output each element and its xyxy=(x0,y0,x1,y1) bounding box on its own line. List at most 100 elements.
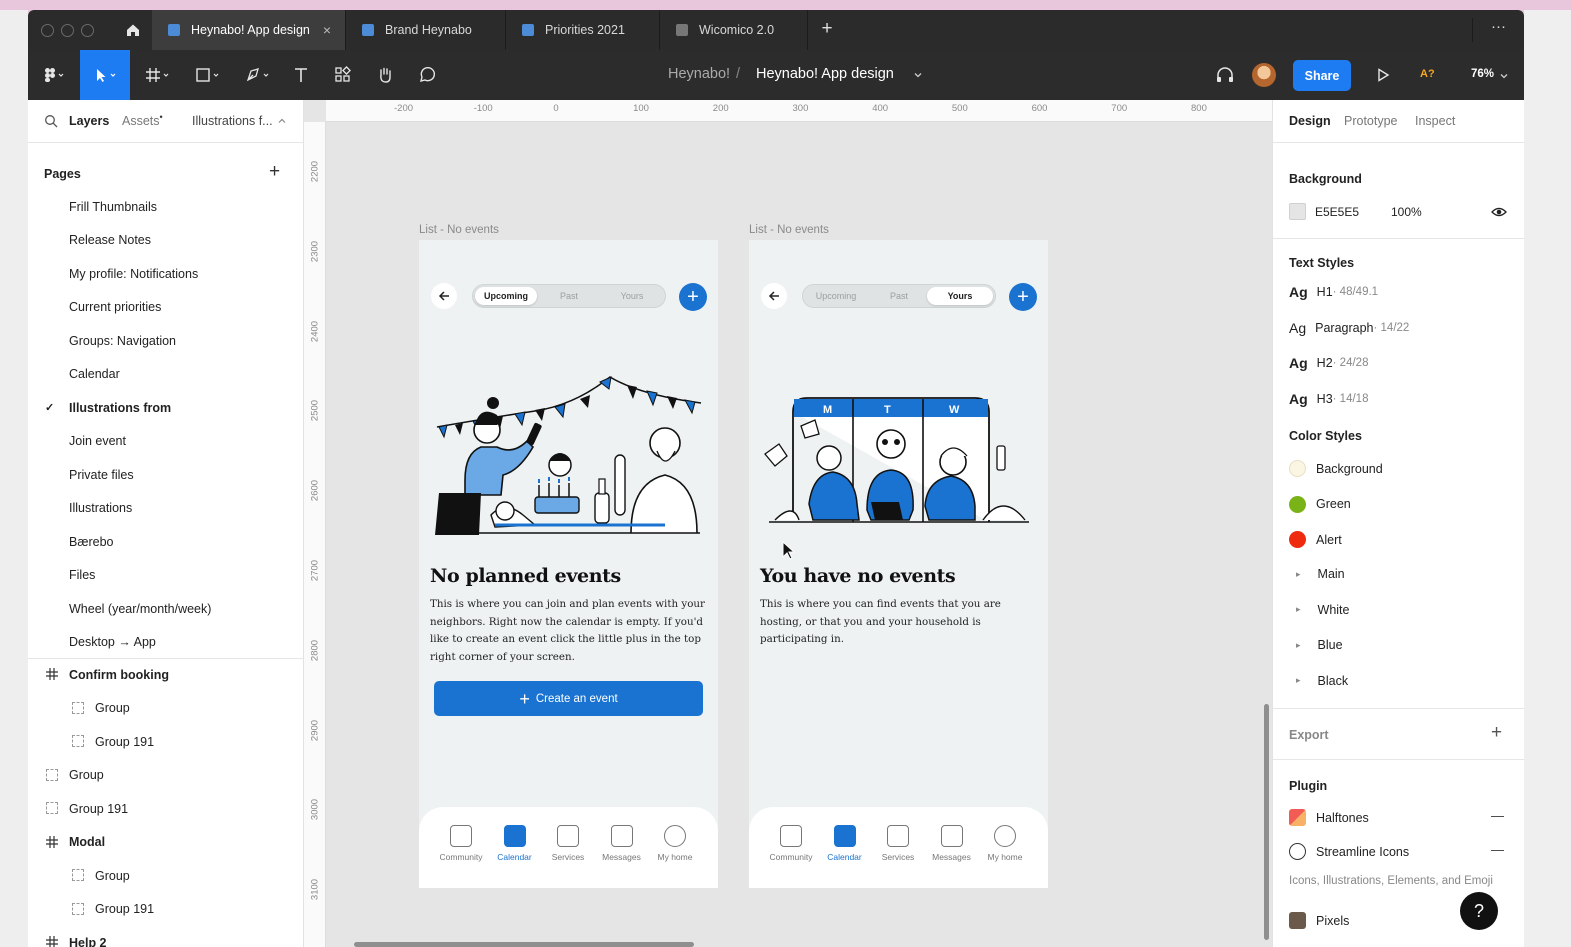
color-group-black[interactable]: ▸ Black xyxy=(1289,674,1348,688)
headphones-icon[interactable] xyxy=(1210,50,1240,100)
frame-list-no-events-1[interactable]: Upcoming Past Yours + No planned events … xyxy=(419,240,718,888)
segment-upcoming[interactable]: Upcoming xyxy=(805,287,867,305)
plugin-streamline[interactable]: Streamline Icons xyxy=(1289,843,1409,860)
page-item[interactable]: Private files xyxy=(28,458,304,491)
canvas[interactable]: -200 -100 0 100 200 300 400 500 600 700 800 2200 23… xyxy=(304,100,1272,947)
frame-label[interactable]: List - No events xyxy=(749,224,829,236)
eye-icon[interactable] xyxy=(1491,205,1507,217)
remove-plugin-button[interactable]: — xyxy=(1491,808,1504,823)
play-icon[interactable] xyxy=(1368,50,1398,100)
page-item[interactable]: Illustrations xyxy=(28,492,304,525)
zoom-level[interactable]: 76% xyxy=(1471,68,1494,80)
tab-priorities-2021[interactable]: Priorities 2021 xyxy=(506,10,660,50)
share-button[interactable]: Share xyxy=(1293,60,1351,91)
segment-past[interactable]: Past xyxy=(869,287,929,305)
text-style-h1[interactable]: Ag H1 · 48/49.1 xyxy=(1289,284,1378,300)
pen-tool-icon[interactable] xyxy=(238,50,278,100)
layer-item[interactable]: Group 191 xyxy=(28,893,304,926)
background-hex[interactable]: E5E5E5 xyxy=(1315,205,1359,219)
current-page-selector[interactable]: Illustrations f... xyxy=(192,114,273,128)
background-opacity[interactable]: 100% xyxy=(1391,205,1422,219)
move-tool-icon[interactable] xyxy=(80,50,130,100)
background-swatch[interactable] xyxy=(1289,203,1306,220)
nav-item-services[interactable]: Services xyxy=(540,825,596,862)
nav-item-calendar[interactable]: Calendar xyxy=(487,825,543,862)
color-style-alert[interactable]: Alert xyxy=(1289,531,1342,548)
page-item[interactable]: Release Notes xyxy=(28,224,304,257)
nav-item-community[interactable]: Community xyxy=(763,825,819,862)
nav-item-my-home[interactable]: My home xyxy=(647,825,703,862)
tab-wicomico[interactable]: Wicomico 2.0 xyxy=(660,10,808,50)
ai-badge[interactable]: A? xyxy=(1420,68,1435,80)
layer-item[interactable]: Modal xyxy=(28,826,304,859)
page-item[interactable]: Bærebo xyxy=(28,525,304,558)
text-style-paragraph[interactable]: Ag Paragraph · 14/22 xyxy=(1289,320,1409,336)
layer-item[interactable]: Group xyxy=(28,759,304,792)
page-item[interactable]: Files xyxy=(28,559,304,592)
vertical-scrollbar[interactable] xyxy=(1264,704,1269,940)
back-button[interactable] xyxy=(761,283,787,309)
remove-plugin-button[interactable]: — xyxy=(1491,842,1504,857)
project-name[interactable]: Heynabo! xyxy=(668,66,730,82)
nav-item-messages[interactable]: Messages xyxy=(924,825,980,862)
add-export-button[interactable]: + xyxy=(1491,722,1502,744)
shape-tool-icon[interactable] xyxy=(188,50,228,100)
add-page-button[interactable]: + xyxy=(269,161,280,183)
layer-item[interactable]: Group 191 xyxy=(28,725,304,758)
page-item[interactable]: ✓ Illustrations from xyxy=(28,391,304,424)
nav-item-my-home[interactable]: My home xyxy=(977,825,1033,862)
plugin-halftones[interactable]: Halftones xyxy=(1289,809,1369,826)
hand-tool-icon[interactable] xyxy=(370,50,400,100)
tab-inspect[interactable]: Inspect xyxy=(1415,114,1455,128)
window-close-button[interactable] xyxy=(41,24,54,37)
layer-item[interactable]: Group xyxy=(28,859,304,892)
layer-item[interactable]: Group xyxy=(28,692,304,725)
page-item[interactable]: Desktop → App xyxy=(28,626,304,659)
color-style-green[interactable]: Green xyxy=(1289,495,1351,513)
new-tab-button[interactable]: + xyxy=(814,18,840,42)
add-event-button[interactable]: + xyxy=(1009,283,1037,311)
nav-item-calendar[interactable]: Calendar xyxy=(817,825,873,862)
create-event-button[interactable]: + Create an event xyxy=(434,681,703,716)
close-icon[interactable]: × xyxy=(323,22,331,38)
tab-prototype[interactable]: Prototype xyxy=(1344,114,1398,128)
frame-list-no-events-2[interactable]: Upcoming Past Yours + M T W You have no … xyxy=(749,240,1048,888)
segment-upcoming[interactable]: Upcoming xyxy=(475,287,537,305)
color-group-white[interactable]: ▸ White xyxy=(1289,603,1349,617)
page-item[interactable]: Frill Thumbnails xyxy=(28,190,304,223)
page-item[interactable]: Groups: Navigation xyxy=(28,324,304,357)
page-item[interactable]: My profile: Notifications xyxy=(28,257,304,290)
avatar[interactable] xyxy=(1252,63,1276,87)
color-group-blue[interactable]: ▸ Blue xyxy=(1289,638,1343,652)
page-item[interactable]: Wheel (year/month/week) xyxy=(28,592,304,625)
file-name[interactable]: Heynabo! App design xyxy=(756,66,894,82)
chevron-down-icon[interactable] xyxy=(1498,69,1510,81)
tab-layers[interactable]: Layers xyxy=(69,114,109,128)
back-button[interactable] xyxy=(431,283,457,309)
page-item[interactable]: Current priorities xyxy=(28,291,304,324)
frame-label[interactable]: List - No events xyxy=(419,224,499,236)
segment-yours[interactable]: Yours xyxy=(601,287,663,305)
layer-item[interactable]: Confirm booking xyxy=(28,658,304,691)
tab-design[interactable]: Design xyxy=(1289,114,1331,128)
text-tool-icon[interactable] xyxy=(286,50,316,100)
page-item[interactable]: Calendar xyxy=(28,358,304,391)
tab-heynabo-app-design[interactable]: Heynabo! App design × xyxy=(152,10,346,50)
text-style-h3[interactable]: Ag H3 · 14/18 xyxy=(1289,391,1368,407)
layer-item[interactable]: Help 2 xyxy=(28,926,304,947)
frame-tool-icon[interactable] xyxy=(138,50,178,100)
figma-menu-icon[interactable] xyxy=(34,50,74,100)
window-minimize-button[interactable] xyxy=(61,24,74,37)
chevron-up-icon[interactable] xyxy=(276,114,288,126)
text-style-h2[interactable]: Ag H2 · 24/28 xyxy=(1289,355,1368,371)
layer-item[interactable]: Group 191 xyxy=(28,792,304,825)
components-icon[interactable] xyxy=(328,50,358,100)
segment-past[interactable]: Past xyxy=(539,287,599,305)
nav-item-community[interactable]: Community xyxy=(433,825,489,862)
nav-item-messages[interactable]: Messages xyxy=(594,825,650,862)
comment-icon[interactable] xyxy=(412,50,442,100)
page-item[interactable]: Join event xyxy=(28,425,304,458)
color-group-main[interactable]: ▸ Main xyxy=(1289,567,1345,581)
home-icon[interactable] xyxy=(114,10,152,50)
more-icon[interactable]: ··· xyxy=(1472,18,1524,42)
